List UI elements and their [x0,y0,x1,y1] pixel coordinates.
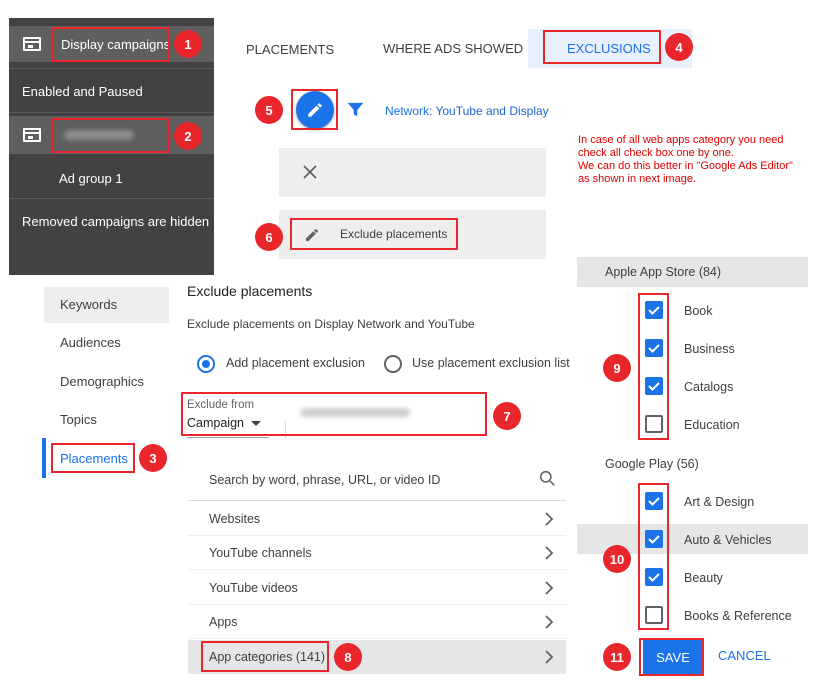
badge-5: 5 [255,96,283,124]
badge-3: 3 [139,444,167,472]
chevron-right-icon [545,581,554,595]
badge-2: 2 [174,122,202,150]
annotation-box-1 [51,27,170,62]
nav-audiences[interactable]: Audiences [60,335,121,350]
cancel-button[interactable]: CANCEL [718,648,771,663]
annotation-box-11 [639,638,704,676]
checkbox-label: Books & Reference [684,609,792,623]
nav-active-indicator [42,438,46,478]
chevron-right-icon [545,546,554,560]
note-line: check all check box one by one. [578,147,734,159]
panel-subtitle: Exclude placements on Display Network an… [187,317,475,331]
removed-hidden-label: Removed campaigns are hidden [22,213,210,229]
annotation-box-5 [291,89,338,130]
network-filter[interactable]: Network: YouTube and Display [385,104,549,118]
row-label: Apps [209,614,238,629]
row-apps[interactable]: Apps [188,605,566,639]
note-line: In case of all web apps category you nee… [578,134,784,146]
radio-add-exclusion[interactable] [197,355,215,373]
enabled-paused-label: Enabled and Paused [22,83,143,99]
tab-where-ads-showed[interactable]: WHERE ADS SHOWED [383,41,523,56]
search-icon [539,470,555,486]
nav-demographics[interactable]: Demographics [60,374,144,389]
filter-icon[interactable] [347,102,364,121]
annotation-box-2 [51,118,170,153]
annotation-note: In case of all web apps category you nee… [578,134,818,186]
row-label: YouTube videos [209,580,298,595]
checkbox-label: Art & Design [684,495,755,509]
row-youtube-channels[interactable]: YouTube channels [188,536,566,570]
badge-11: 11 [603,643,631,671]
checkbox-label: Beauty [684,571,723,585]
chevron-right-icon [545,650,554,664]
note-line: We can do this better in "Google Ads Edi… [578,160,793,172]
search-placeholder: Search by word, phrase, URL, or video ID [209,473,441,487]
row-youtube-videos[interactable]: YouTube videos [188,571,566,605]
radio-list-label: Use placement exclusion list [412,356,570,370]
radio-add-label: Add placement exclusion [226,356,365,370]
ad-group-row[interactable]: Ad group 1 [9,163,214,193]
radio-use-list[interactable] [384,355,402,373]
nav-keywords[interactable]: Keywords [60,297,117,312]
row-label: YouTube channels [209,545,312,560]
network-label: Network: [385,104,433,118]
enabled-paused-filter[interactable]: Enabled and Paused [9,76,214,106]
checkbox-label: Book [684,304,713,318]
annotation-box-3 [51,443,135,473]
google-play-header[interactable]: Google Play (56) [605,457,699,471]
chevron-right-icon [545,512,554,526]
row-websites[interactable]: Websites [188,502,566,536]
note-line: as shown in next image. [578,173,697,185]
annotation-box-8 [201,641,329,672]
placement-search[interactable]: Search by word, phrase, URL, or video ID [188,461,566,501]
annotation-box-4 [543,30,661,64]
badge-8: 8 [334,643,362,671]
annotation-box-9 [638,293,669,440]
checkbox-label: Education [684,418,740,432]
removed-hidden-row: Removed campaigns are hidden [9,206,214,236]
checkbox-label: Business [684,342,735,356]
close-icon[interactable] [302,164,318,183]
checkbox-label: Catalogs [684,380,734,394]
tab-placements[interactable]: PLACEMENTS [246,42,334,57]
campaign-icon [23,128,41,142]
row-label: Websites [209,511,261,526]
ad-group-label: Ad group 1 [59,170,123,186]
annotation-box-10 [638,483,669,630]
annotation-box-7 [181,392,487,436]
badge-1: 1 [174,30,202,58]
badge-10: 10 [603,545,631,573]
nav-topics[interactable]: Topics [60,412,97,427]
badge-9: 9 [603,354,631,382]
panel-title: Exclude placements [187,283,313,299]
apple-app-store-header[interactable]: Apple App Store (84) [577,257,808,287]
campaign-icon [23,37,41,51]
chevron-right-icon [545,615,554,629]
badge-7: 7 [493,402,521,430]
badge-6: 6 [255,223,283,251]
annotation-box-6 [290,218,458,250]
apple-app-store-label: Apple App Store (84) [605,265,722,279]
checkbox-label: Auto & Vehicles [684,533,772,547]
network-value: YouTube and Display [435,104,549,118]
badge-4: 4 [665,33,693,61]
action-bar [279,148,546,197]
